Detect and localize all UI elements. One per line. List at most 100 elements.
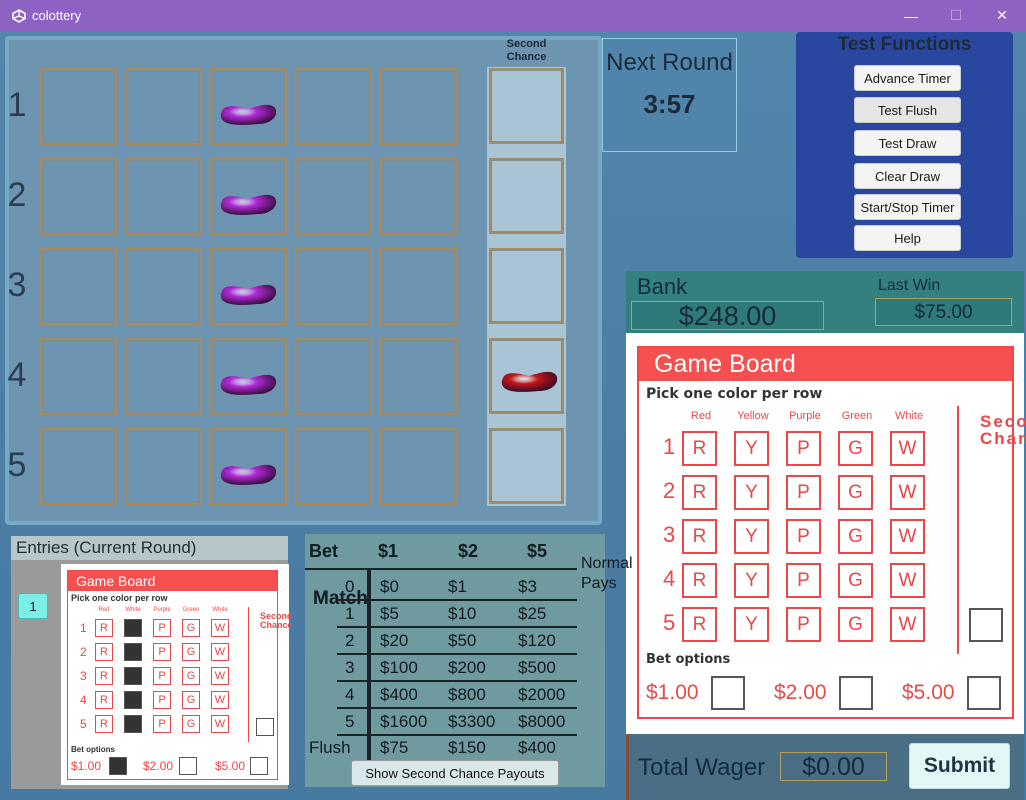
bet-2-checkbox[interactable] — [839, 676, 873, 710]
payout-value: $5 — [380, 604, 399, 623]
entry-pick-box: P — [153, 715, 171, 733]
pick-yellow-row-1[interactable]: Y — [734, 431, 769, 466]
entry-row-number: 4 — [80, 693, 87, 707]
pick-yellow-row-3[interactable]: Y — [734, 519, 769, 554]
match-count: 5 — [345, 712, 355, 731]
total-wager-value: $0.00 — [780, 752, 887, 781]
test-draw-button[interactable]: Test Draw — [854, 130, 961, 156]
game-board-subtitle: Pick one color per row — [646, 386, 823, 402]
pay-table-row-line — [337, 653, 577, 655]
bet-5-header: $5 — [527, 541, 548, 561]
entry-pick-box: P — [153, 667, 171, 685]
advance-timer-button[interactable]: Advance Timer — [854, 65, 961, 91]
total-wager-bar: Total Wager $0.00 Submit — [626, 734, 1024, 800]
minimize-button[interactable]: — — [888, 0, 934, 31]
draw-cell — [295, 68, 372, 145]
pay-table-row-line — [337, 734, 577, 736]
entry-ticket-subtitle: Pick one color per row — [71, 593, 168, 603]
second-chance-checkbox[interactable] — [969, 608, 1003, 642]
bet-1-checkbox[interactable] — [711, 676, 745, 710]
entry-pick-box: R — [95, 691, 113, 709]
pick-red-row-2[interactable]: R — [682, 475, 717, 510]
pick-yellow-row-2[interactable]: Y — [734, 475, 769, 510]
clear-draw-button[interactable]: Clear Draw — [854, 163, 961, 189]
pick-green-row-5[interactable]: G — [838, 607, 873, 642]
pick-green-row-4[interactable]: G — [838, 563, 873, 598]
pick-white-row-4[interactable]: W — [890, 563, 925, 598]
entry-ticket-divider — [248, 607, 249, 742]
draw-cell — [40, 248, 117, 325]
maximize-button[interactable]: ☐ — [933, 0, 979, 31]
pick-purple-row-1[interactable]: P — [786, 431, 821, 466]
pick-red-row-5[interactable]: R — [682, 607, 717, 642]
pick-yellow-row-5[interactable]: Y — [734, 607, 769, 642]
submit-button[interactable]: Submit — [909, 743, 1010, 789]
game-board-card: Game Board Pick one color per row Red Yel… — [626, 333, 1026, 734]
entry-pick-box: W — [211, 715, 229, 733]
close-button[interactable]: ✕ — [979, 0, 1025, 31]
entry-bet-2-box — [179, 757, 197, 775]
draw-cell — [380, 428, 457, 505]
entry-pick-box: P — [153, 643, 171, 661]
draw-cell — [125, 248, 202, 325]
row-number: 3 — [663, 522, 676, 547]
entry-column-header: Purple — [153, 607, 171, 613]
entry-second-chance-label: Second Chance — [260, 611, 293, 631]
bet-5-checkbox[interactable] — [967, 676, 1001, 710]
show-second-chance-payouts-button[interactable]: Show Second Chance Payouts — [351, 760, 559, 786]
pick-red-row-4[interactable]: R — [682, 563, 717, 598]
pick-white-row-3[interactable]: W — [890, 519, 925, 554]
entry-1-button[interactable]: 1 — [18, 593, 48, 619]
help-button[interactable]: Help — [854, 225, 961, 251]
entry-pick-box: W — [211, 619, 229, 637]
row-number: 5 — [663, 610, 676, 635]
test-flush-button[interactable]: Test Flush — [854, 97, 961, 123]
bet-5-label: $5.00 — [902, 681, 955, 704]
entry-pick-box: R — [95, 715, 113, 733]
pick-green-row-3[interactable]: G — [838, 519, 873, 554]
pick-red-row-3[interactable]: R — [682, 519, 717, 554]
game-board-title: Game Board — [639, 348, 1012, 381]
pay-table-row-line — [337, 599, 577, 601]
pick-white-row-2[interactable]: W — [890, 475, 925, 510]
entry-pick-box: G — [182, 643, 200, 661]
pick-white-row-1[interactable]: W — [890, 431, 925, 466]
payout-value: $50 — [448, 631, 477, 650]
window-title: colottery — [32, 8, 82, 23]
test-functions-title: Test Functions — [837, 34, 972, 55]
pay-table: Bet $1 $2 $5 Match 0 $0 $1 $3 1 $5 $10 $25 2 $20 $… — [305, 534, 633, 787]
entry-column-header: White — [212, 607, 228, 613]
payout-value: $3 — [518, 577, 537, 596]
last-win-label: Last Win — [878, 277, 941, 294]
draw-cell — [295, 428, 372, 505]
pick-green-row-1[interactable]: G — [838, 431, 873, 466]
pick-purple-row-3[interactable]: P — [786, 519, 821, 554]
payout-value: $800 — [448, 685, 486, 704]
entry-row-number: 5 — [80, 717, 87, 731]
entry-row-number: 2 — [80, 645, 87, 659]
drawn-ball-purple — [218, 371, 278, 397]
row-number: 1 — [663, 434, 676, 459]
pick-yellow-row-4[interactable]: Y — [734, 563, 769, 598]
draw-cell — [125, 68, 202, 145]
entry-pick-box: P — [153, 619, 171, 637]
entries-panel: Entries (Current Round) 1 Game Board Pic… — [11, 536, 293, 789]
entry-bet-1-box — [109, 757, 127, 775]
draw-cell — [380, 68, 457, 145]
pick-purple-row-5[interactable]: P — [786, 607, 821, 642]
payout-value: $500 — [518, 658, 556, 677]
entry-pick-box: P — [153, 691, 171, 709]
row-number: 4 — [663, 566, 676, 591]
entry-pick-box — [124, 691, 142, 709]
row-number-label: 3 — [7, 266, 27, 304]
pick-white-row-5[interactable]: W — [890, 607, 925, 642]
drawn-ball-purple — [218, 461, 278, 487]
match-count: 1 — [345, 604, 355, 623]
pick-purple-row-2[interactable]: P — [786, 475, 821, 510]
pick-green-row-2[interactable]: G — [838, 475, 873, 510]
pay-table-header-line — [305, 568, 577, 570]
entry-bet-2-label: $2.00 — [143, 759, 174, 773]
pick-purple-row-4[interactable]: P — [786, 563, 821, 598]
start-stop-timer-button[interactable]: Start/Stop Timer — [854, 194, 961, 220]
pick-red-row-1[interactable]: R — [682, 431, 717, 466]
